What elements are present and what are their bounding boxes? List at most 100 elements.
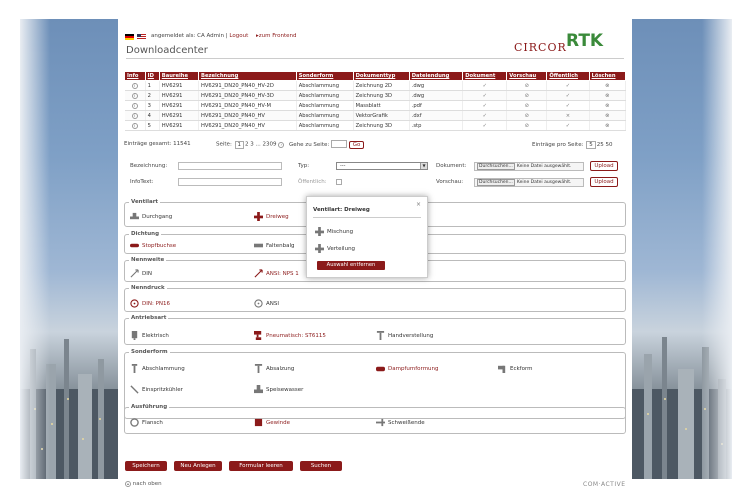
eckform-option[interactable]: Eckform — [498, 364, 533, 373]
page-1[interactable]: 1 — [234, 140, 245, 149]
per-page-50[interactable]: 50 — [605, 142, 612, 148]
document-check-icon[interactable]: ✓ — [483, 123, 487, 129]
durchgang-option[interactable]: Durchgang — [130, 212, 172, 221]
table-cell[interactable]: ⊘ — [506, 80, 548, 91]
info-cell[interactable]: i — [124, 80, 146, 91]
logout-link[interactable]: Logout — [229, 33, 248, 39]
delete-icon[interactable]: ⊗ — [605, 93, 609, 99]
dokument-file-input[interactable]: Durchsuchen... Keine Datei ausgewählt. — [474, 162, 584, 171]
delete-icon[interactable]: ⊗ — [605, 83, 609, 89]
gewinde-option[interactable]: Gewinde — [254, 418, 290, 427]
table-cell[interactable]: ⊗ — [589, 80, 627, 91]
public-status-icon[interactable]: ✓ — [566, 93, 570, 99]
pneumatisch-option[interactable]: Pneumatisch: ST6115 — [254, 331, 326, 340]
info-cell[interactable]: i — [124, 90, 146, 101]
german-flag-icon[interactable] — [125, 34, 134, 40]
public-status-icon[interactable]: ✓ — [566, 83, 570, 89]
browse-button[interactable]: Durchsuchen... — [477, 179, 515, 186]
elektrisch-option[interactable]: Elektrisch — [130, 331, 169, 340]
verteilung-option[interactable]: Verteilung — [315, 244, 355, 253]
info-icon[interactable]: i — [131, 122, 138, 129]
public-checkbox[interactable] — [336, 179, 342, 185]
table-cell[interactable]: ✓ — [462, 120, 508, 131]
table-cell[interactable]: ✓ — [462, 80, 508, 91]
preview-icon[interactable]: ⊘ — [525, 123, 529, 129]
table-cell[interactable]: ✓ — [546, 120, 590, 131]
document-check-icon[interactable]: ✓ — [483, 83, 487, 89]
speisewasser-option[interactable]: Speisewasser — [254, 385, 303, 394]
einspritzkuehler-option[interactable]: Einspritzkühler — [130, 385, 183, 394]
close-icon[interactable]: × — [416, 201, 421, 208]
typ-select[interactable]: --- ▼ — [336, 162, 428, 170]
back-to-top-link[interactable]: ▴ nach oben — [125, 481, 162, 487]
search-button[interactable]: Suchen — [300, 461, 342, 471]
remove-selection-button[interactable]: Auswahl entfernen — [317, 261, 385, 270]
ansi-nennweite-option[interactable]: ANSI: NPS 1 — [254, 269, 299, 278]
info-icon[interactable]: i — [131, 92, 138, 99]
table-cell[interactable]: ⊘ — [506, 100, 548, 111]
table-cell[interactable]: ✓ — [546, 100, 590, 111]
column-header[interactable]: Dokumenttyp — [352, 71, 410, 81]
public-status-icon[interactable]: × — [566, 113, 570, 119]
dreiweg-option[interactable]: Dreiweg — [254, 212, 289, 221]
table-cell[interactable]: ⊘ — [506, 120, 548, 131]
browse-button[interactable]: Durchsuchen... — [477, 163, 515, 170]
column-header[interactable]: Baureihe — [158, 71, 199, 81]
din-nennweite-option[interactable]: DIN — [130, 269, 152, 278]
preview-icon[interactable]: ⊘ — [525, 93, 529, 99]
flansch-option[interactable]: Flansch — [130, 418, 163, 427]
next-page-icon[interactable]: › — [278, 141, 285, 148]
table-cell[interactable]: × — [546, 110, 590, 121]
frontend-link[interactable]: zum Frontend — [259, 33, 297, 39]
faltenbalg-option[interactable]: Faltenbalg — [254, 241, 294, 250]
table-cell[interactable]: ✓ — [462, 110, 508, 121]
page-last[interactable]: 2309 — [263, 142, 277, 148]
info-icon[interactable]: i — [131, 82, 138, 89]
upload-dokument-button[interactable]: Upload — [590, 161, 618, 171]
table-row[interactable]: i 5 HV6291 HV6291_DN20_PN40_HV Abschlammung Z… — [124, 120, 627, 131]
save-button[interactable]: Speichern — [125, 461, 167, 471]
table-row[interactable]: i 4 HV6291 HV6291_DN20_PN40_HV Abschlammung V… — [124, 110, 627, 121]
public-status-icon[interactable]: ✓ — [566, 123, 570, 129]
new-button[interactable]: Neu Anlegen — [174, 461, 222, 471]
delete-icon[interactable]: ⊗ — [605, 103, 609, 109]
din-pn16-option[interactable]: DIN: PN16 — [130, 299, 170, 308]
table-row[interactable]: i 1 HV6291 HV6291_DN20_PN40_HV-2D Abschlammu… — [124, 80, 627, 91]
infotext-input[interactable] — [178, 178, 282, 186]
info-cell[interactable]: i — [124, 100, 146, 111]
clear-form-button[interactable]: Formular leeren — [229, 461, 293, 471]
table-cell[interactable]: ✓ — [546, 80, 590, 91]
table-row[interactable]: i 2 HV6291 HV6291_DN20_PN40_HV-3D Abschlammu… — [124, 90, 627, 101]
vorschau-file-input[interactable]: Durchsuchen... Keine Datei ausgewählt. — [474, 178, 584, 187]
info-cell[interactable]: i — [124, 120, 146, 131]
column-header[interactable]: Sonderform — [295, 71, 354, 81]
document-check-icon[interactable]: ✓ — [483, 103, 487, 109]
document-check-icon[interactable]: ✓ — [483, 113, 487, 119]
info-icon[interactable]: i — [131, 112, 138, 119]
table-cell[interactable]: ⊗ — [589, 90, 627, 101]
upload-vorschau-button[interactable]: Upload — [590, 177, 618, 187]
column-header[interactable]: Vorschau — [506, 71, 548, 81]
stopfbuchse-option[interactable]: Stopfbuchse — [130, 241, 176, 250]
per-page-25[interactable]: 25 — [597, 142, 604, 148]
absalzung-option[interactable]: Absalzung — [254, 364, 294, 373]
column-header[interactable]: Dokument — [462, 71, 508, 81]
go-button[interactable]: Go — [348, 140, 365, 149]
delete-icon[interactable]: ⊗ — [605, 123, 609, 129]
column-header[interactable]: Dateiendung — [408, 71, 464, 81]
column-header[interactable]: Öffentlich — [546, 71, 590, 81]
bezeichnung-input[interactable] — [178, 162, 282, 170]
preview-icon[interactable]: ⊘ — [525, 113, 529, 119]
preview-icon[interactable]: ⊘ — [525, 83, 529, 89]
page-3[interactable]: 3 — [250, 142, 254, 148]
handverstellung-option[interactable]: Handverstellung — [376, 331, 433, 340]
page-2[interactable]: 2 — [245, 142, 249, 148]
document-check-icon[interactable]: ✓ — [483, 93, 487, 99]
table-cell[interactable]: ⊗ — [589, 100, 627, 111]
table-cell[interactable]: ✓ — [462, 100, 508, 111]
table-cell[interactable]: ✓ — [546, 90, 590, 101]
table-cell[interactable]: ⊘ — [506, 90, 548, 101]
public-status-icon[interactable]: ✓ — [566, 103, 570, 109]
schweissende-option[interactable]: Schweißende — [376, 418, 425, 427]
info-icon[interactable]: i — [131, 102, 138, 109]
